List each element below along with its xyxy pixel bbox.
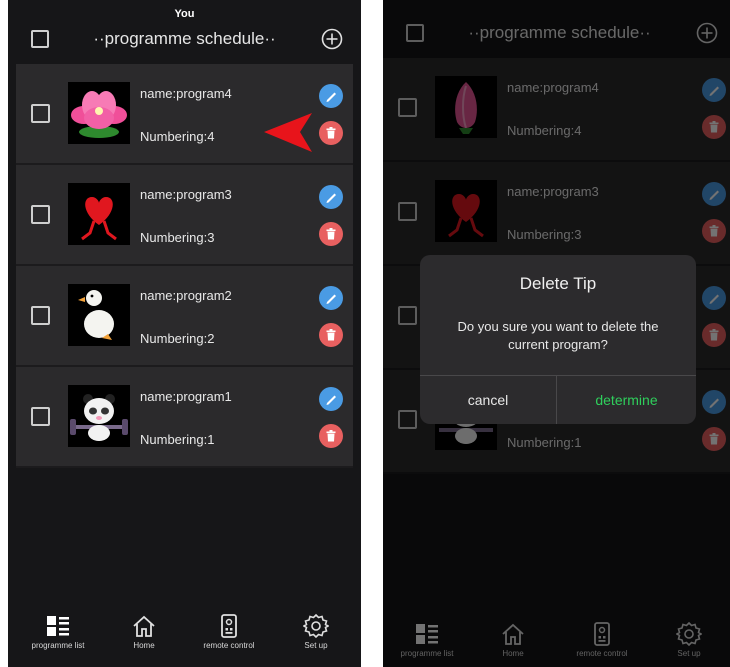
red-heart-icon [68, 183, 130, 245]
panda-icon [68, 385, 130, 447]
pencil-icon [326, 92, 336, 102]
pencil-icon [326, 395, 336, 405]
phone-screen-delete-dialog: ··programme schedule·· name:program4 Num… [383, 0, 730, 667]
header: ··programme schedule·· [8, 22, 361, 60]
list-item[interactable]: name:program1 Numbering:1 [16, 367, 353, 468]
program-thumbnail [68, 385, 130, 447]
dialog-message: Do you sure you want to delete the curre… [457, 319, 659, 352]
edit-button[interactable] [319, 84, 343, 108]
pencil-icon [326, 193, 336, 203]
page-title: ··programme schedule·· [93, 29, 276, 48]
select-all-checkbox[interactable] [31, 30, 49, 48]
program-numbering: Numbering:3 [140, 230, 215, 245]
phone-screen-list: You ··programme schedule·· name:program4… [8, 0, 361, 667]
program-name: name:program1 [140, 389, 232, 404]
row-checkbox[interactable] [31, 306, 50, 325]
row-checkbox[interactable] [31, 104, 50, 123]
dialog-title: Delete Tip [519, 274, 597, 293]
program-name: name:program4 [140, 86, 232, 101]
delete-button[interactable] [319, 222, 343, 246]
tab-programme-list[interactable]: programme list [18, 613, 98, 650]
dialog-buttons: cancel determine [420, 375, 696, 424]
pencil-icon [326, 294, 336, 304]
row-checkbox[interactable] [31, 205, 50, 224]
list-grid-icon [47, 616, 69, 636]
delete-button[interactable] [319, 323, 343, 347]
bottom-tab-bar: programme list Home remote control Set [8, 605, 361, 667]
edit-button[interactable] [319, 286, 343, 310]
tab-remote-control[interactable]: remote control [189, 613, 269, 650]
program-thumbnail [68, 183, 130, 245]
trash-icon [326, 228, 336, 240]
red-pointer-arrow-icon [264, 113, 312, 152]
program-numbering: Numbering:4 [140, 129, 215, 144]
delete-button[interactable] [319, 424, 343, 448]
edit-button[interactable] [319, 185, 343, 209]
row-checkbox[interactable] [31, 407, 50, 426]
tab-home[interactable]: Home [104, 613, 184, 650]
tab-label: Home [133, 641, 155, 650]
trash-icon [326, 127, 336, 139]
edit-button[interactable] [319, 387, 343, 411]
delete-dialog: Delete Tip Do you sure you want to delet… [420, 255, 696, 424]
gear-icon [303, 613, 329, 639]
trash-icon [326, 430, 336, 442]
plus-circle-icon[interactable] [321, 28, 343, 50]
program-numbering: Numbering:2 [140, 331, 215, 346]
tab-label: Set up [304, 641, 328, 650]
white-duck-icon [68, 284, 130, 346]
delete-button[interactable] [319, 121, 343, 145]
program-thumbnail [68, 82, 130, 144]
program-name: name:program2 [140, 288, 232, 303]
determine-button[interactable]: determine [557, 376, 696, 424]
tab-set-up[interactable]: Set up [276, 613, 356, 650]
trash-icon [326, 329, 336, 341]
list-item[interactable]: name:program3 Numbering:3 [16, 165, 353, 266]
program-numbering: Numbering:1 [140, 432, 215, 447]
tab-label: programme list [31, 641, 85, 650]
home-icon [133, 615, 155, 637]
tab-label: remote control [203, 641, 255, 650]
remote-control-icon [221, 614, 237, 638]
status-bar-text: You [174, 8, 195, 20]
list-item[interactable]: name:program2 Numbering:2 [16, 266, 353, 367]
pink-flower-icon [68, 82, 130, 144]
program-name: name:program3 [140, 187, 232, 202]
program-thumbnail [68, 284, 130, 346]
cancel-button[interactable]: cancel [420, 376, 557, 424]
